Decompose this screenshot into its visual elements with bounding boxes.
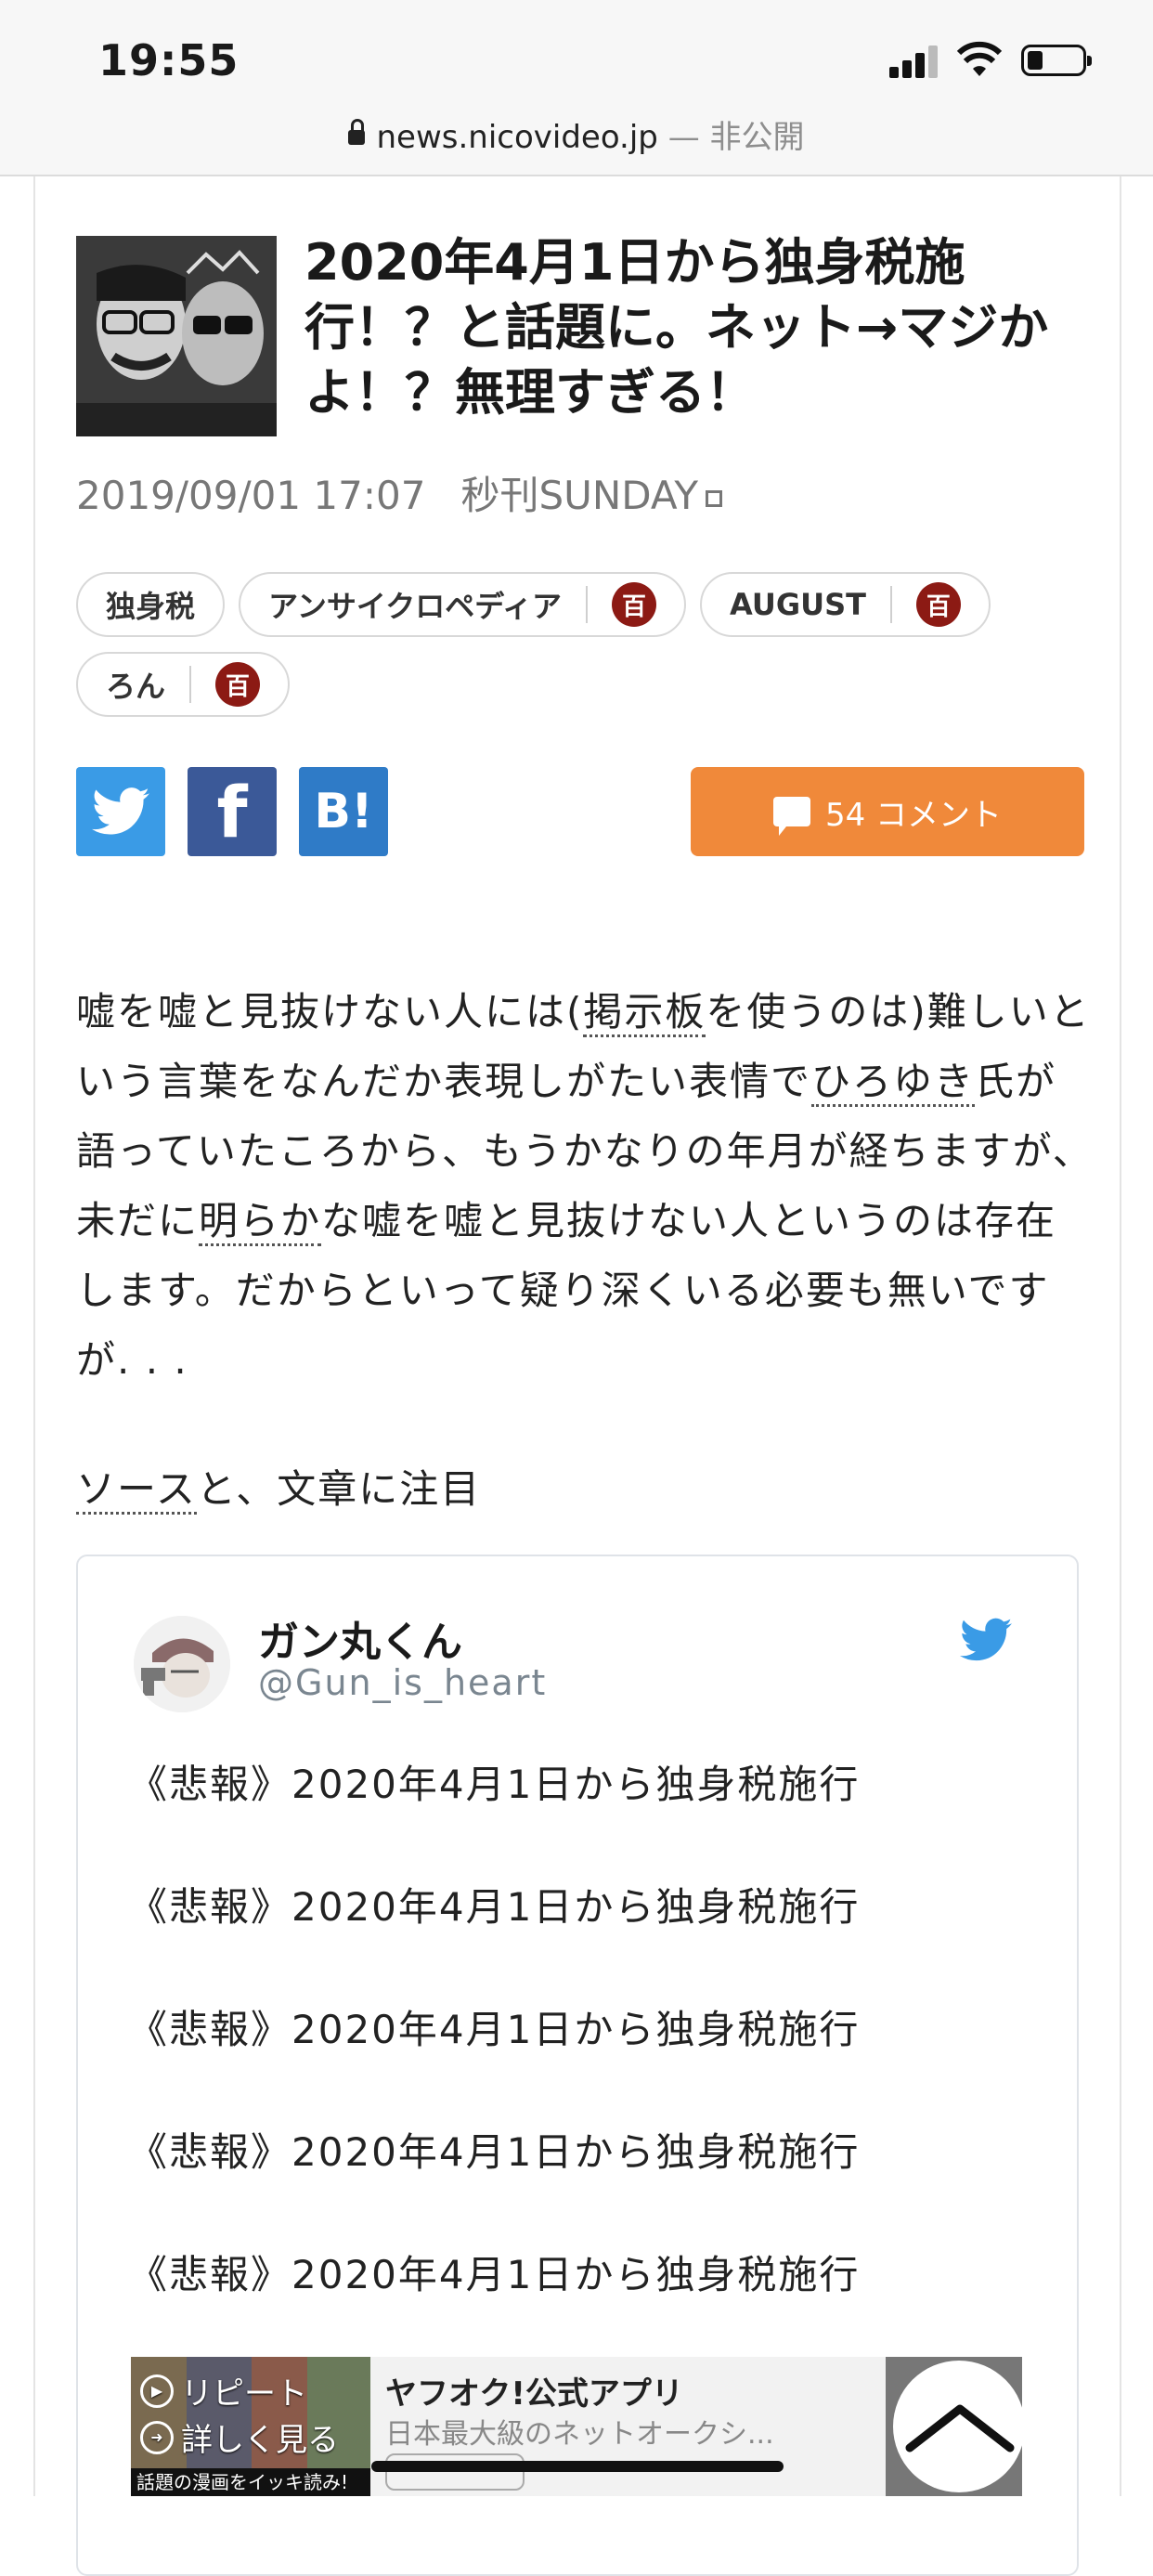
replay-label: リピート [181,2375,307,2413]
facebook-share-button[interactable]: f [188,767,277,856]
tag-list: 独身税 アンサイクロペディア 百 AUGUST 百 ろん 百 [76,572,1097,732]
article-body: 嘘を嘘と見抜けない人には(掲示板を使うのは)難しいという言葉をなんだか表現しがた… [76,977,1094,1395]
scroll-top-button[interactable] [886,2357,1025,2496]
lock-icon [348,118,366,145]
article-card: 2020年4月1日から独身税施行！？と話題に。ネット→マジかよ！？無理すぎる！ … [33,176,1121,2576]
body-text: 嘘を嘘と見抜けない人には( [76,989,584,1034]
facebook-icon: f [216,770,248,853]
tag-pill[interactable]: AUGUST 百 [700,572,991,637]
article-title: 2020年4月1日から独身税施行！？と話題に。ネット→マジかよ！？無理すぎる！ [304,233,1049,422]
ad-banner[interactable]: ▶ リピート ➜ 詳しく見る 話題の漫画をイッキ読み! ヤフオク!公式アプリ 日本最… [131,2357,1025,2496]
url-domain: news.nicovideo.jp [376,119,658,156]
article-source-link[interactable]: 秒刊SUNDAY [460,473,698,518]
comment-button[interactable]: 54 コメント [691,767,1084,856]
status-time: 19:55 [98,35,240,85]
details-label: 詳しく見る [181,2422,339,2459]
ad-title[interactable]: ヤフオク!公式アプリ [385,2368,683,2413]
home-indicator [371,2461,784,2472]
twitter-bird-icon[interactable] [960,1618,1012,1662]
keyword-link[interactable]: 掲示板 [583,989,706,1037]
tweet-text-line: 《悲報》2020年4月1日から独身税施行 [128,2252,861,2297]
ad-image[interactable]: ▶ リピート ➜ 詳しく見る 話題の漫画をイッキ読み! [131,2357,370,2496]
article-date: 2019/09/01 17:07 [76,473,426,518]
tweet-text-line: 《悲報》2020年4月1日から独身税施行 [128,2007,861,2052]
source-note: ソースと、文章に注目 [76,1458,481,1515]
tag-pill[interactable]: 独身税 [76,572,226,637]
tag-label: 独身税 [106,589,196,624]
tweet-text-line: 《悲報》2020年4月1日から独身税施行 [128,2129,861,2175]
keyword-link[interactable]: ソース [76,1466,197,1515]
avatar[interactable] [134,1616,230,1712]
dictionary-icon[interactable]: 百 [915,582,961,627]
details-button[interactable]: ➜ 詳しく見る [140,2414,339,2460]
tag-label: アンサイクロペディア [268,589,562,624]
tweet-text-line: 《悲報》2020年4月1日から独身税施行 [128,1762,861,1807]
article-meta: 2019/09/01 17:07 秒刊SUNDAY [76,464,723,521]
hatena-icon: B! [314,784,373,839]
tweet-author-name[interactable]: ガン丸くん [258,1608,462,1668]
ad-caption: 話題の漫画をイッキ読み! [131,2468,370,2496]
keyword-link[interactable]: 明らか [199,1198,322,1246]
cellular-signal-icon [889,45,938,78]
arrow-icon: ➜ [140,2420,174,2454]
replay-button[interactable]: ▶ リピート [140,2368,307,2413]
url-bar[interactable]: news.nicovideo.jp — 非公開 [0,111,1153,157]
battery-icon [1021,45,1092,76]
dictionary-icon[interactable]: 百 [611,582,656,627]
twitter-icon [92,787,149,835]
comment-bubble-icon [772,797,810,836]
twitter-share-button[interactable] [76,767,165,856]
tweet-author-handle[interactable]: @Gun_is_heart [258,1662,547,1703]
external-link-icon [706,490,723,507]
body-text: と、文章に注目 [196,1466,482,1512]
tag-label: AUGUST [730,587,866,622]
tag-label: ろん [106,669,166,704]
comment-count-label: 54 コメント [824,796,1003,834]
chevron-up-icon [905,2404,1015,2452]
tag-pill[interactable]: アンサイクロペディア 百 [239,572,686,637]
play-icon: ▶ [140,2374,174,2408]
ad-subtitle: 日本最大級のネットオークシ... [385,2418,774,2451]
tweet-text-line: 《悲報》2020年4月1日から独身税施行 [128,1884,861,1930]
tag-pill[interactable]: ろん 百 [76,652,291,717]
wifi-icon [956,41,1003,76]
hatena-bookmark-button[interactable]: B! [299,767,388,856]
browser-top-bar: 19:55 news.nicovideo.jp — 非公開 [0,0,1153,176]
article-thumbnail[interactable] [76,236,277,436]
keyword-link[interactable]: ひろゆき [811,1059,976,1107]
pr-badge [385,2453,525,2491]
dictionary-icon[interactable]: 百 [215,662,261,707]
private-label: — 非公開 [657,119,805,156]
